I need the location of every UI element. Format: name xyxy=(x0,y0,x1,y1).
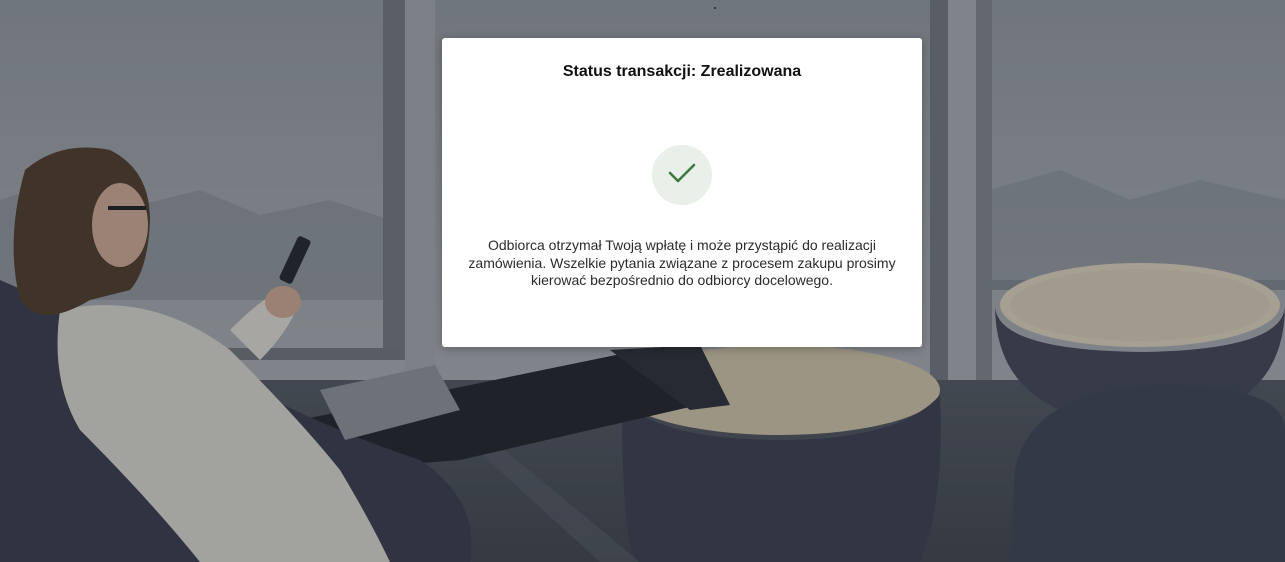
transaction-status-dialog: Status transakcji: Zrealizowana Odbiorca… xyxy=(442,38,922,347)
checkmark-icon xyxy=(668,162,696,189)
success-badge xyxy=(652,145,712,205)
dialog-message: Odbiorca otrzymał Twoją wpłatę i może pr… xyxy=(468,237,896,288)
dialog-title: Status transakcji: Zrealizowana xyxy=(562,63,802,80)
loading-dot xyxy=(714,7,716,9)
